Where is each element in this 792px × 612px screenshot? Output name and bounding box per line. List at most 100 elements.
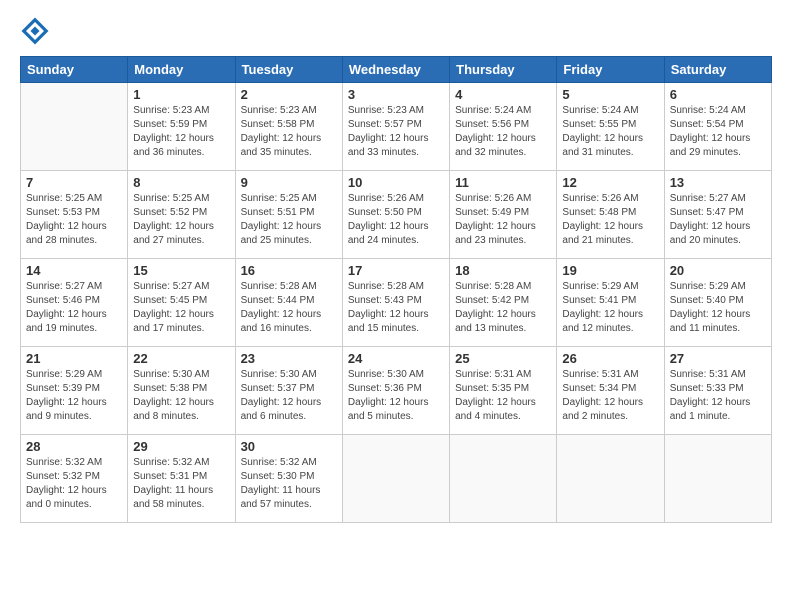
calendar: SundayMondayTuesdayWednesdayThursdayFrid…: [20, 56, 772, 523]
day-number: 29: [133, 439, 229, 454]
calendar-day: 8 Sunrise: 5:25 AM Sunset: 5:52 PM Daylig…: [128, 171, 235, 259]
day-info: Sunrise: 5:23 AM Sunset: 5:59 PM Dayligh…: [133, 104, 229, 160]
day-number: 5: [562, 87, 658, 102]
day-number: 2: [241, 87, 337, 102]
calendar-day: 14Sunrise: 5:27 AM Sunset: 5:46 PM Dayli…: [21, 259, 128, 347]
day-info: Sunrise: 5:31 AM Sunset: 5:33 PM Dayligh…: [670, 368, 766, 424]
calendar-day: 9 Sunrise: 5:25 AM Sunset: 5:51 PM Daylig…: [235, 171, 342, 259]
day-number: 8: [133, 175, 229, 190]
day-info: Sunrise: 5:31 AM Sunset: 5:34 PM Dayligh…: [562, 368, 658, 424]
day-info: Sunrise: 5:29 AM Sunset: 5:41 PM Dayligh…: [562, 280, 658, 336]
weekday-header: Saturday: [664, 57, 771, 83]
day-info: Sunrise: 5:27 AM Sunset: 5:47 PM Dayligh…: [670, 192, 766, 248]
weekday-header: Wednesday: [342, 57, 449, 83]
day-number: 27: [670, 351, 766, 366]
day-number: 13: [670, 175, 766, 190]
calendar-day: 28Sunrise: 5:32 AM Sunset: 5:32 PM Dayli…: [21, 435, 128, 523]
header: [20, 16, 772, 46]
day-number: 25: [455, 351, 551, 366]
calendar-day: 24 Sunrise: 5:30 AM Sunset: 5:36 PM Dayli…: [342, 347, 449, 435]
day-info: Sunrise: 5:26 AM Sunset: 5:50 PM Dayligh…: [348, 192, 444, 248]
day-info: Sunrise: 5:24 AM Sunset: 5:55 PM Dayligh…: [562, 104, 658, 160]
day-info: Sunrise: 5:26 AM Sunset: 5:49 PM Dayligh…: [455, 192, 551, 248]
day-info: Sunrise: 5:24 AM Sunset: 5:56 PM Dayligh…: [455, 104, 551, 160]
calendar-day: 15 Sunrise: 5:27 AM Sunset: 5:45 PM Dayli…: [128, 259, 235, 347]
calendar-day: 21 Sunrise: 5:29 AM Sunset: 5:39 PM Dayli…: [21, 347, 128, 435]
weekday-header: Tuesday: [235, 57, 342, 83]
calendar-day: [342, 435, 449, 523]
calendar-day: 18 Sunrise: 5:28 AM Sunset: 5:42 PM Dayli…: [450, 259, 557, 347]
day-number: 23: [241, 351, 337, 366]
calendar-day: 27 Sunrise: 5:31 AM Sunset: 5:33 PM Dayli…: [664, 347, 771, 435]
day-number: 26: [562, 351, 658, 366]
day-info: Sunrise: 5:24 AM Sunset: 5:54 PM Dayligh…: [670, 104, 766, 160]
calendar-header-row: SundayMondayTuesdayWednesdayThursdayFrid…: [21, 57, 772, 83]
day-number: 19: [562, 263, 658, 278]
day-number: 7: [26, 175, 122, 190]
calendar-day: 20Sunrise: 5:29 AM Sunset: 5:40 PM Dayli…: [664, 259, 771, 347]
logo: [20, 16, 54, 46]
calendar-day: 13 Sunrise: 5:27 AM Sunset: 5:47 PM Dayli…: [664, 171, 771, 259]
calendar-day: 16Sunrise: 5:28 AM Sunset: 5:44 PM Dayli…: [235, 259, 342, 347]
calendar-day: 23Sunrise: 5:30 AM Sunset: 5:37 PM Dayli…: [235, 347, 342, 435]
day-info: Sunrise: 5:29 AM Sunset: 5:39 PM Dayligh…: [26, 368, 122, 424]
day-number: 21: [26, 351, 122, 366]
day-info: Sunrise: 5:26 AM Sunset: 5:48 PM Dayligh…: [562, 192, 658, 248]
day-number: 4: [455, 87, 551, 102]
day-number: 30: [241, 439, 337, 454]
day-number: 12: [562, 175, 658, 190]
day-info: Sunrise: 5:27 AM Sunset: 5:46 PM Dayligh…: [26, 280, 122, 336]
calendar-week-row: 7 Sunrise: 5:25 AM Sunset: 5:53 PM Daylig…: [21, 171, 772, 259]
calendar-day: [557, 435, 664, 523]
day-info: Sunrise: 5:28 AM Sunset: 5:44 PM Dayligh…: [241, 280, 337, 336]
day-info: Sunrise: 5:25 AM Sunset: 5:53 PM Dayligh…: [26, 192, 122, 248]
calendar-day: 10 Sunrise: 5:26 AM Sunset: 5:50 PM Dayli…: [342, 171, 449, 259]
day-number: 3: [348, 87, 444, 102]
calendar-day: 29 Sunrise: 5:32 AM Sunset: 5:31 PM Dayli…: [128, 435, 235, 523]
calendar-day: 1 Sunrise: 5:23 AM Sunset: 5:59 PM Daylig…: [128, 83, 235, 171]
calendar-day: 19 Sunrise: 5:29 AM Sunset: 5:41 PM Dayli…: [557, 259, 664, 347]
day-info: Sunrise: 5:29 AM Sunset: 5:40 PM Dayligh…: [670, 280, 766, 336]
weekday-header: Thursday: [450, 57, 557, 83]
calendar-day: 12 Sunrise: 5:26 AM Sunset: 5:48 PM Dayli…: [557, 171, 664, 259]
day-info: Sunrise: 5:31 AM Sunset: 5:35 PM Dayligh…: [455, 368, 551, 424]
calendar-day: 11 Sunrise: 5:26 AM Sunset: 5:49 PM Dayli…: [450, 171, 557, 259]
day-info: Sunrise: 5:25 AM Sunset: 5:52 PM Dayligh…: [133, 192, 229, 248]
weekday-header: Monday: [128, 57, 235, 83]
day-info: Sunrise: 5:28 AM Sunset: 5:43 PM Dayligh…: [348, 280, 444, 336]
day-info: Sunrise: 5:27 AM Sunset: 5:45 PM Dayligh…: [133, 280, 229, 336]
calendar-day: 17Sunrise: 5:28 AM Sunset: 5:43 PM Dayli…: [342, 259, 449, 347]
day-info: Sunrise: 5:30 AM Sunset: 5:36 PM Dayligh…: [348, 368, 444, 424]
logo-icon: [20, 16, 50, 46]
calendar-week-row: 21 Sunrise: 5:29 AM Sunset: 5:39 PM Dayli…: [21, 347, 772, 435]
day-info: Sunrise: 5:23 AM Sunset: 5:57 PM Dayligh…: [348, 104, 444, 160]
day-info: Sunrise: 5:28 AM Sunset: 5:42 PM Dayligh…: [455, 280, 551, 336]
day-number: 9: [241, 175, 337, 190]
calendar-day: [21, 83, 128, 171]
weekday-header: Friday: [557, 57, 664, 83]
day-number: 6: [670, 87, 766, 102]
day-info: Sunrise: 5:32 AM Sunset: 5:31 PM Dayligh…: [133, 456, 229, 512]
day-number: 10: [348, 175, 444, 190]
day-number: 15: [133, 263, 229, 278]
day-info: Sunrise: 5:25 AM Sunset: 5:51 PM Dayligh…: [241, 192, 337, 248]
calendar-day: 7 Sunrise: 5:25 AM Sunset: 5:53 PM Daylig…: [21, 171, 128, 259]
day-number: 1: [133, 87, 229, 102]
calendar-day: 5 Sunrise: 5:24 AM Sunset: 5:55 PM Daylig…: [557, 83, 664, 171]
day-number: 22: [133, 351, 229, 366]
day-number: 11: [455, 175, 551, 190]
day-number: 24: [348, 351, 444, 366]
calendar-day: 4 Sunrise: 5:24 AM Sunset: 5:56 PM Daylig…: [450, 83, 557, 171]
day-info: Sunrise: 5:23 AM Sunset: 5:58 PM Dayligh…: [241, 104, 337, 160]
calendar-week-row: 14Sunrise: 5:27 AM Sunset: 5:46 PM Dayli…: [21, 259, 772, 347]
calendar-day: 25 Sunrise: 5:31 AM Sunset: 5:35 PM Dayli…: [450, 347, 557, 435]
page: SundayMondayTuesdayWednesdayThursdayFrid…: [0, 0, 792, 612]
calendar-day: 30Sunrise: 5:32 AM Sunset: 5:30 PM Dayli…: [235, 435, 342, 523]
calendar-day: [450, 435, 557, 523]
calendar-day: 3 Sunrise: 5:23 AM Sunset: 5:57 PM Daylig…: [342, 83, 449, 171]
calendar-week-row: 28Sunrise: 5:32 AM Sunset: 5:32 PM Dayli…: [21, 435, 772, 523]
calendar-day: 2 Sunrise: 5:23 AM Sunset: 5:58 PM Daylig…: [235, 83, 342, 171]
day-info: Sunrise: 5:32 AM Sunset: 5:32 PM Dayligh…: [26, 456, 122, 512]
day-number: 18: [455, 263, 551, 278]
calendar-week-row: 1 Sunrise: 5:23 AM Sunset: 5:59 PM Daylig…: [21, 83, 772, 171]
